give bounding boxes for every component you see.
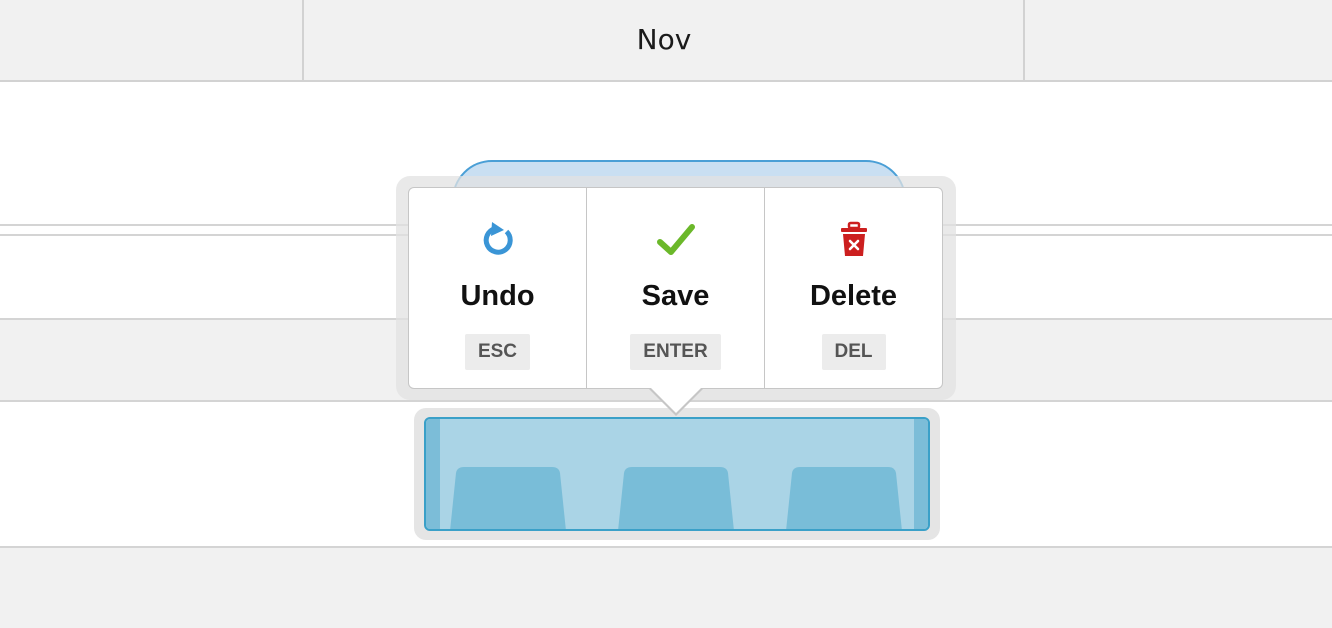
selected-event[interactable]	[424, 417, 930, 531]
save-label: Save	[641, 280, 710, 312]
check-icon	[654, 218, 698, 262]
event-segment	[786, 467, 902, 529]
resize-handle-right[interactable]	[914, 419, 928, 529]
timeline-band	[0, 546, 1332, 628]
resize-handle-left[interactable]	[426, 419, 440, 529]
undo-button[interactable]: Undo ESC	[409, 188, 587, 388]
event-segment	[450, 467, 566, 529]
undo-icon	[476, 218, 520, 262]
undo-shortcut: ESC	[464, 334, 531, 370]
trash-icon	[832, 218, 876, 262]
save-shortcut: ENTER	[630, 334, 721, 370]
delete-shortcut: DEL	[821, 334, 886, 370]
action-popup: Undo ESC Save ENTER Delete DEL	[408, 187, 943, 389]
delete-button[interactable]: Delete DEL	[765, 188, 942, 388]
popup-pointer	[650, 387, 702, 413]
month-label: Nov	[636, 23, 692, 56]
save-button[interactable]: Save ENTER	[587, 188, 765, 388]
delete-label: Delete	[809, 280, 898, 312]
undo-label: Undo	[460, 280, 535, 312]
event-segment	[618, 467, 734, 529]
